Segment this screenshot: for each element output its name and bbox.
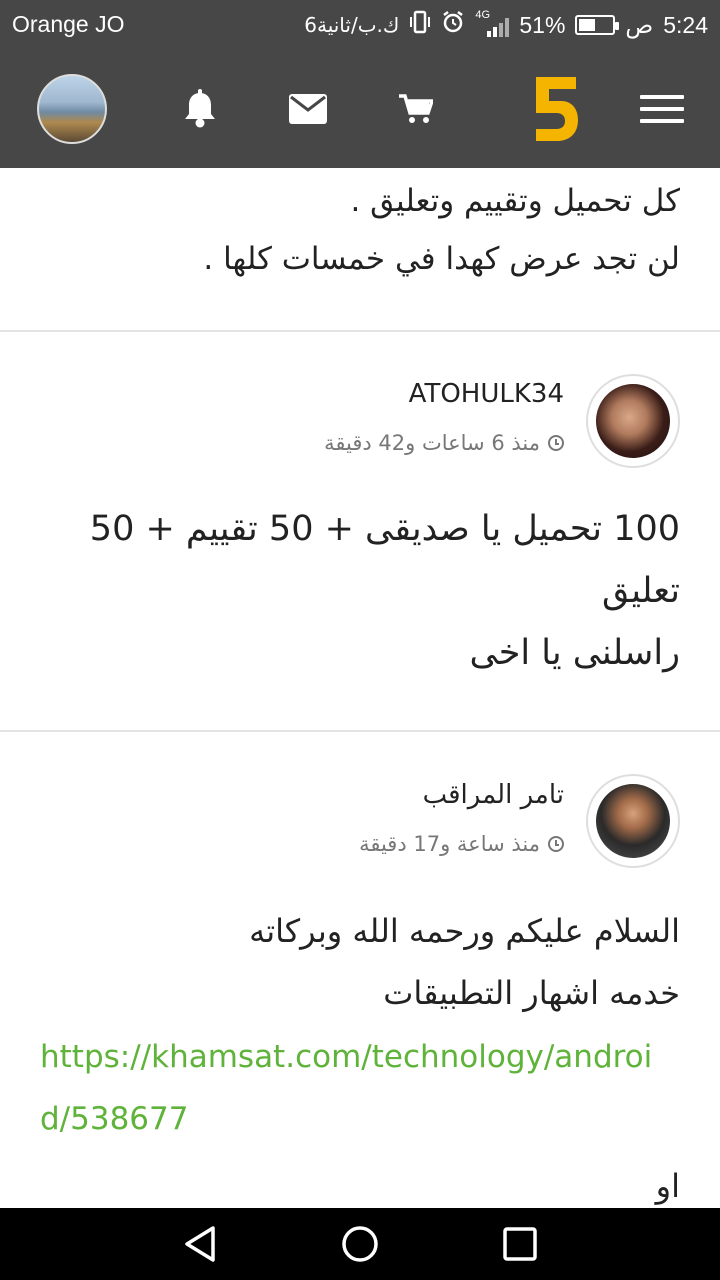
home-icon (342, 1226, 378, 1262)
divider (0, 730, 720, 732)
post-line: كل تحميل وتقييم وتعليق . (350, 183, 680, 219)
status-bar: Orange JO 6ك.ب/ثانية 4G 51% ص 5:24 (0, 0, 720, 50)
comment-line: تعليق (602, 571, 680, 611)
cart-icon (399, 94, 433, 123)
logo[interactable] (526, 50, 586, 168)
app-bar (0, 50, 720, 168)
comment-line: خدمه اشهار التطبيقات (383, 974, 680, 1012)
comment-line: 100 تحميل يا صديقى + 50 تقييم + 50 (89, 509, 680, 549)
avatar (37, 74, 107, 144)
comments-feed: كل تحميل وتقييم وتعليق . لن تجد عرض كهدا… (0, 168, 720, 1208)
comment-line: او (655, 1167, 680, 1205)
back-icon (185, 1226, 215, 1262)
comment-time: منذ 6 ساعات و42 دقيقة (324, 431, 564, 455)
signal-icon: 4G (475, 9, 510, 37)
comment-time-text: منذ ساعة و17 دقيقة (359, 832, 540, 856)
commenter-avatar[interactable] (586, 774, 680, 868)
home-button[interactable] (320, 1208, 400, 1280)
system-nav-bar (0, 1208, 720, 1280)
mail-icon (289, 94, 327, 124)
comment-line: السلام عليكم ورحمه الله وبركاته (249, 912, 680, 950)
comment-body: 100 تحميل يا صديقى + 50 تقييم + 50 تعليق… (40, 498, 680, 684)
comment-username[interactable]: تامر المراقب (423, 780, 564, 810)
back-button[interactable] (160, 1208, 240, 1280)
avatar (596, 384, 670, 458)
cart-button[interactable] (394, 50, 438, 168)
clock-icon (548, 836, 564, 852)
messages-button[interactable] (286, 50, 330, 168)
battery-icon (575, 15, 620, 35)
recents-button[interactable] (480, 1208, 560, 1280)
avatar (596, 784, 670, 858)
comment-body: السلام عليكم ورحمه الله وبركاته خدمه اشه… (40, 900, 680, 1024)
comment-username[interactable]: ATOHULK34 (409, 379, 564, 409)
vibrate-icon (409, 10, 431, 40)
alarm-icon (441, 10, 465, 40)
bell-icon (185, 89, 215, 128)
menu-icon (640, 87, 684, 131)
status-right: 6ك.ب/ثانية 4G 51% ص 5:24 (304, 9, 708, 40)
post-text: كل تحميل وتقييم وتعليق . لن تجد عرض كهدا… (40, 172, 680, 288)
commenter-avatar[interactable] (586, 374, 680, 468)
clock-icon (548, 435, 564, 451)
khamsat-logo-icon (536, 77, 578, 141)
network-speed: 6ك.ب/ثانية (304, 13, 400, 37)
comment-time-text: منذ 6 ساعات و42 دقيقة (324, 431, 540, 455)
post-line: لن تجد عرض كهدا في خمسات كلها . (203, 241, 680, 277)
notifications-button[interactable] (178, 50, 222, 168)
ampm-label: ص (625, 11, 654, 38)
recents-icon (503, 1227, 537, 1261)
comment-line: راسلنى يا اخى (469, 633, 680, 673)
battery-percent: 51% (519, 11, 566, 38)
time-label: 5:24 (663, 11, 708, 38)
comment-link[interactable]: https://khamsat.com/technology/android/5… (40, 1026, 680, 1150)
comment-time: منذ ساعة و17 دقيقة (359, 832, 564, 856)
menu-button[interactable] (638, 50, 686, 168)
divider (0, 330, 720, 332)
carrier-label: Orange JO (12, 11, 125, 37)
profile-avatar-button[interactable] (36, 50, 108, 168)
